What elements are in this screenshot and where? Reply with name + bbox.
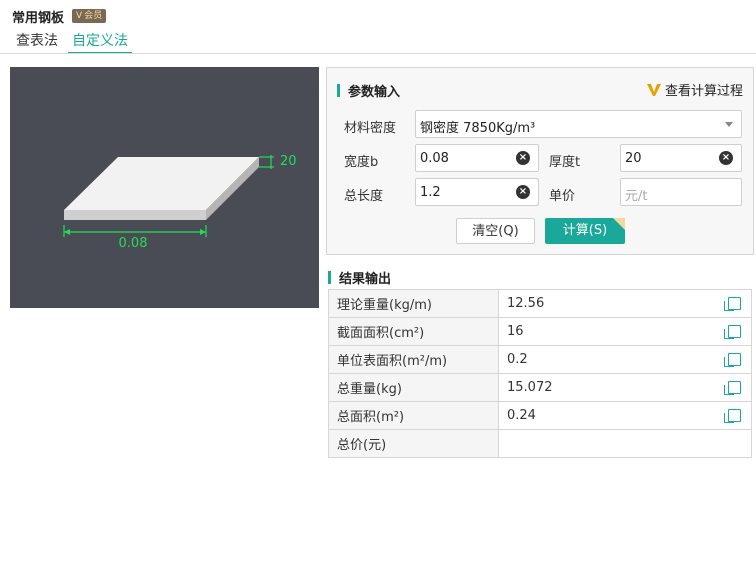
copy-icon[interactable] bbox=[724, 325, 741, 339]
result-key: 单位表面积(m²/m) bbox=[328, 345, 499, 374]
length-input[interactable]: 1.2 × bbox=[415, 178, 539, 206]
result-key: 总价(元) bbox=[328, 429, 499, 458]
result-value-cell: 15.072 bbox=[498, 373, 752, 402]
density-value: 钢密度 7850Kg/m³ bbox=[420, 121, 536, 136]
result-value: 15.072 bbox=[507, 380, 553, 395]
tab-custom[interactable]: 自定义法 bbox=[68, 30, 132, 54]
result-key: 截面面积(cm²) bbox=[328, 317, 499, 346]
clear-width-icon[interactable]: × bbox=[516, 151, 530, 165]
tabs-divider bbox=[0, 53, 756, 54]
chevron-down-icon bbox=[725, 122, 733, 127]
view-process-label: 查看计算过程 bbox=[664, 84, 743, 99]
unit-price-placeholder: 元/t bbox=[625, 189, 648, 204]
param-panel: 参数输入 查看计算过程 材料密度 钢密度 7850Kg/m³ 宽度b 0.08 … bbox=[326, 67, 754, 255]
results-table: 理论重量(kg/m) 12.56 截面面积(cm²) 16 单位表面积(m²/m… bbox=[328, 289, 752, 458]
width-value: 0.08 bbox=[420, 151, 449, 166]
plate-drawing: 0.08 20 bbox=[63, 154, 297, 251]
result-value-cell: 12.56 bbox=[498, 289, 752, 318]
results-section-head: 结果输出 bbox=[328, 268, 391, 287]
thickness-value: 20 bbox=[625, 151, 642, 166]
width-dimension-label: 0.08 bbox=[119, 236, 148, 251]
unit-price-label: 单价 bbox=[549, 189, 576, 204]
vip-badge: V 会员 bbox=[72, 9, 107, 23]
result-key: 理论重量(kg/m) bbox=[328, 289, 499, 318]
method-tabs: 查表法 自定义法 bbox=[12, 30, 138, 54]
table-row: 单位表面积(m²/m) 0.2 bbox=[328, 345, 752, 374]
params-section-title: 参数输入 bbox=[348, 85, 401, 100]
calculate-button[interactable]: 计算(S) bbox=[545, 218, 625, 244]
thickness-input[interactable]: 20 × bbox=[620, 144, 742, 172]
result-value: 12.56 bbox=[507, 296, 545, 311]
width-input[interactable]: 0.08 × bbox=[415, 144, 539, 172]
result-value-cell: 16 bbox=[498, 317, 752, 346]
width-label: 宽度b bbox=[344, 155, 379, 170]
view-process-link[interactable]: 查看计算过程 bbox=[646, 80, 743, 99]
thickness-dimension-label: 20 bbox=[280, 154, 297, 169]
calculate-button-label: 计算(S) bbox=[562, 223, 608, 238]
result-key: 总重量(kg) bbox=[328, 373, 499, 402]
page-title: 常用钢板 bbox=[12, 10, 65, 26]
table-row: 总价(元) bbox=[328, 429, 752, 458]
vip-corner-icon bbox=[613, 218, 625, 230]
plate-front-face bbox=[64, 210, 206, 220]
result-value: 0.2 bbox=[507, 352, 528, 367]
shape-preview: 0.08 20 bbox=[10, 67, 319, 308]
vip-logo-icon: V bbox=[76, 11, 83, 21]
result-value-cell: 0.24 bbox=[498, 401, 752, 430]
result-value-cell: 0.2 bbox=[498, 345, 752, 374]
copy-icon[interactable] bbox=[724, 409, 741, 423]
copy-icon[interactable] bbox=[724, 353, 741, 367]
params-section-head: 参数输入 bbox=[337, 81, 400, 100]
thickness-label: 厚度t bbox=[549, 155, 581, 170]
plate-top-face bbox=[64, 157, 259, 210]
copy-icon[interactable] bbox=[724, 297, 741, 311]
title-row: 常用钢板 V 会员 bbox=[12, 6, 107, 26]
result-value: 16 bbox=[507, 324, 524, 339]
vip-v-icon bbox=[646, 83, 661, 96]
clear-button[interactable]: 清空(Q) bbox=[456, 218, 535, 244]
table-row: 截面面积(cm²) 16 bbox=[328, 317, 752, 346]
length-value: 1.2 bbox=[420, 185, 441, 200]
result-value: 0.24 bbox=[507, 408, 536, 423]
density-select[interactable]: 钢密度 7850Kg/m³ bbox=[415, 110, 742, 138]
tab-table-lookup[interactable]: 查表法 bbox=[12, 30, 62, 54]
table-row: 总面积(m²) 0.24 bbox=[328, 401, 752, 430]
table-row: 总重量(kg) 15.072 bbox=[328, 373, 752, 402]
clear-length-icon[interactable]: × bbox=[516, 185, 530, 199]
table-row: 理论重量(kg/m) 12.56 bbox=[328, 289, 752, 318]
clear-thickness-icon[interactable]: × bbox=[719, 151, 733, 165]
density-label: 材料密度 bbox=[344, 121, 397, 136]
vip-badge-label: 会员 bbox=[84, 11, 103, 21]
length-label: 总长度 bbox=[344, 189, 384, 204]
results-section-title: 结果输出 bbox=[339, 272, 392, 287]
result-key: 总面积(m²) bbox=[328, 401, 499, 430]
unit-price-input[interactable]: 元/t bbox=[620, 178, 742, 206]
copy-icon[interactable] bbox=[724, 381, 741, 395]
result-value-cell bbox=[498, 429, 752, 458]
